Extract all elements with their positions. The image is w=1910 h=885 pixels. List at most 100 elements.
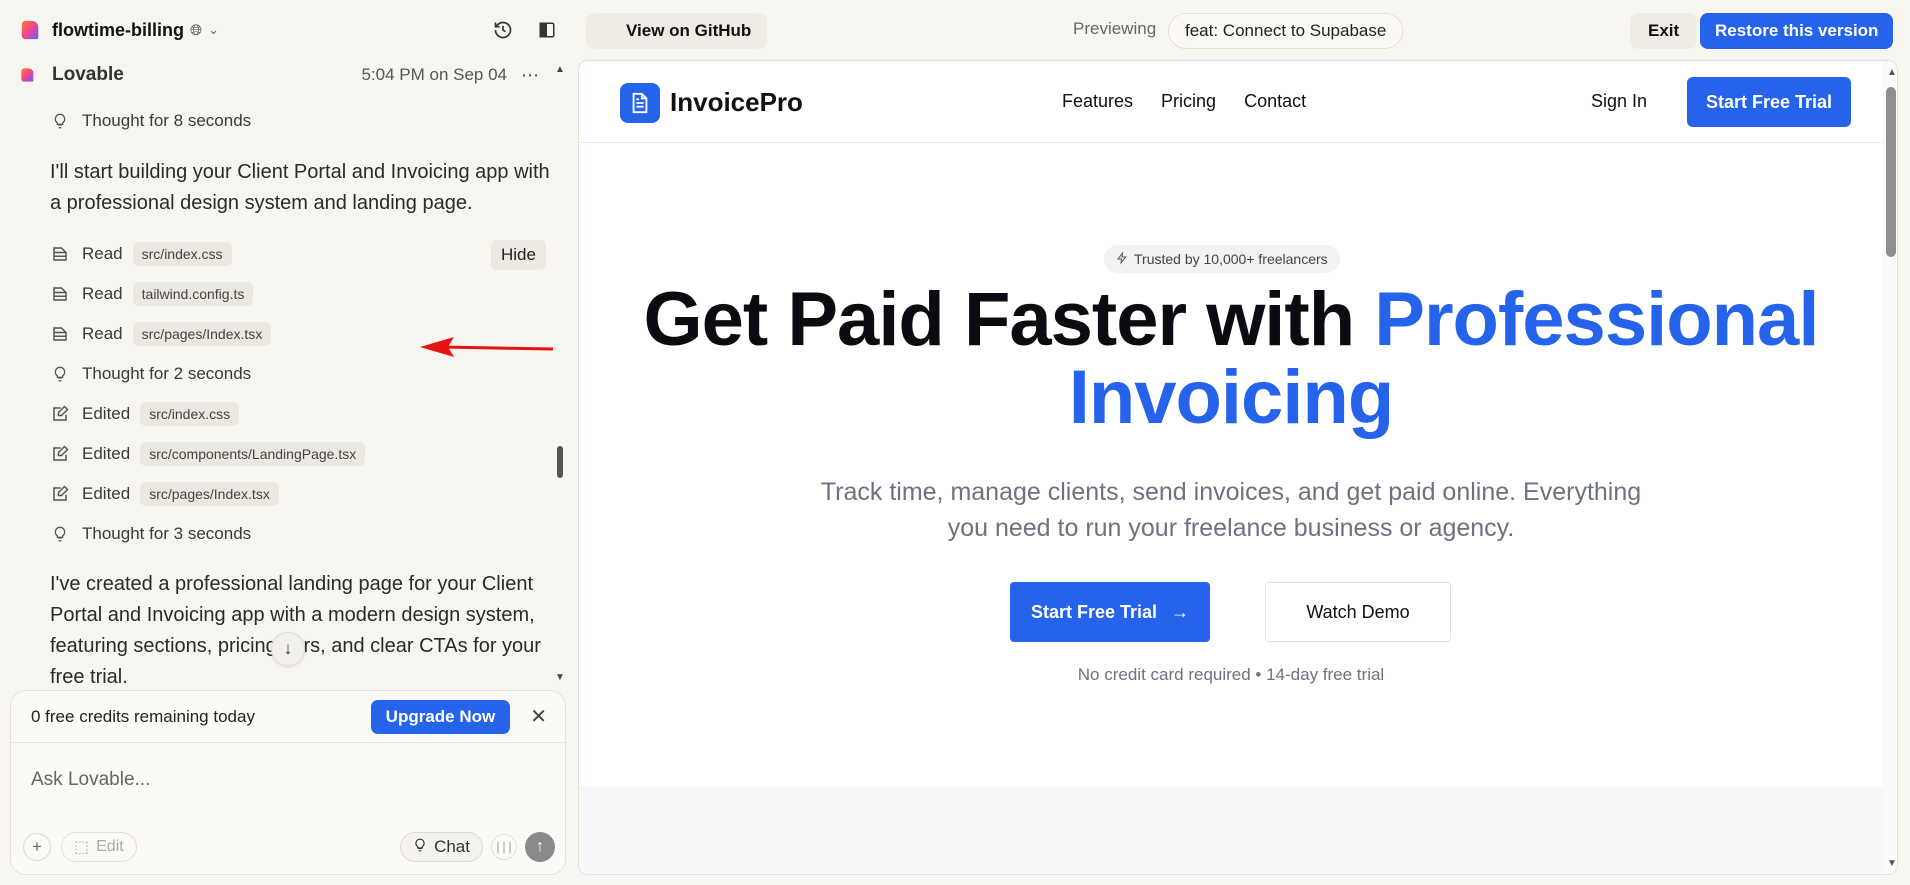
thought-step[interactable]: Thought for 8 seconds — [50, 107, 251, 135]
trusted-badge: Trusted by 10,000+ freelancers — [1104, 245, 1340, 273]
edit-file-icon — [50, 404, 70, 424]
file-chip[interactable]: src/index.css — [140, 402, 240, 426]
chat-mode-button[interactable]: Chat — [400, 832, 483, 862]
site-preview: InvoicePro Features Pricing Contact Sign… — [578, 60, 1898, 875]
sign-in-link[interactable]: Sign In — [1591, 91, 1647, 112]
file-icon — [50, 324, 70, 344]
hero-title-accent-2: Invoicing — [1068, 355, 1395, 440]
file-chip[interactable]: tailwind.config.ts — [132, 282, 254, 306]
chevron-down-icon[interactable]: ⌄ — [208, 22, 219, 38]
project-header: flowtime-billing 🌐︎ ⌄ — [0, 0, 578, 60]
nav-link-features[interactable]: Features — [1062, 91, 1133, 112]
cta-label: Start Free Trial — [1030, 601, 1158, 622]
credits-banner: 0 free credits remaining today Upgrade N… — [11, 691, 567, 743]
brand-name[interactable]: InvoicePro — [670, 87, 803, 118]
hero-subtitle: Track time, manage clients, send invoice… — [820, 478, 1642, 542]
voice-icon[interactable]: ∣∣∣ — [491, 834, 517, 860]
add-icon[interactable]: + — [23, 833, 51, 861]
select-edit-icon: ⬚ — [74, 839, 90, 856]
hero-title-main: Get Paid Faster with — [643, 277, 1375, 362]
lightbulb-icon — [50, 364, 70, 384]
chat-label: Chat — [434, 837, 470, 856]
arrow-right-icon: → — [1171, 601, 1190, 622]
chat-scrollbar-thumb[interactable] — [557, 446, 563, 478]
scroll-down-arrow-icon[interactable]: ▼ — [1887, 858, 1897, 869]
read-step[interactable]: Read src/index.css — [50, 240, 232, 268]
step-label: Edited — [82, 444, 131, 463]
thought-step[interactable]: Thought for 2 seconds — [50, 360, 251, 388]
edited-step[interactable]: Edited src/components/LandingPage.tsx — [50, 440, 366, 468]
nav-start-trial-button[interactable]: Start Free Trial — [1687, 77, 1852, 127]
chat-panel: flowtime-billing 🌐︎ ⌄ Lovable 5:04 PM on… — [0, 0, 578, 885]
read-step[interactable]: Read tailwind.config.ts — [50, 280, 254, 308]
file-chip[interactable]: src/index.css — [132, 242, 232, 266]
credits-text: 0 free credits remaining today — [31, 706, 255, 726]
lovable-avatar-icon — [20, 67, 36, 83]
hero-note: No credit card required • 14-day free tr… — [1077, 665, 1385, 684]
scroll-up-arrow-icon[interactable]: ▲ — [1887, 67, 1897, 78]
annotation-arrow-icon — [420, 337, 554, 357]
globe-icon: 🌐︎ — [190, 21, 203, 39]
lightbulb-icon — [50, 524, 70, 544]
hide-steps-button[interactable]: Hide — [491, 240, 546, 270]
github-label: View on GitHub — [626, 21, 752, 40]
edited-step[interactable]: Edited src/pages/Index.tsx — [50, 480, 279, 508]
history-icon[interactable] — [492, 19, 514, 41]
step-label: Edited — [82, 404, 131, 423]
scroll-down-arrow-icon[interactable]: ▼ — [555, 672, 565, 683]
file-chip[interactable]: src/pages/Index.tsx — [140, 482, 279, 506]
next-section — [579, 786, 1883, 874]
file-icon — [50, 284, 70, 304]
lovable-logo-icon[interactable] — [20, 19, 42, 41]
composer-toolbar: + ⬚ Edit Chat ∣∣∣ ↑ — [23, 831, 555, 863]
thought-step[interactable]: Thought for 3 seconds — [50, 520, 251, 548]
edited-step[interactable]: Edited src/index.css — [50, 400, 240, 428]
ask-input[interactable] — [31, 769, 531, 791]
preview-scrollbar-thumb[interactable] — [1886, 87, 1896, 257]
nav-link-contact[interactable]: Contact — [1244, 91, 1306, 112]
view-on-github-button[interactable]: View on GitHub — [586, 13, 768, 49]
restore-version-button[interactable]: Restore this version — [1700, 13, 1894, 49]
upgrade-now-button[interactable]: Upgrade Now — [370, 699, 511, 734]
toggle-sidebar-icon[interactable] — [536, 19, 558, 41]
hero-title-accent-1: Professional — [1374, 277, 1819, 362]
read-step[interactable]: Read src/pages/Index.tsx — [50, 320, 272, 348]
send-icon[interactable]: ↑ — [525, 832, 555, 862]
previewing-label: Previewing — [1073, 19, 1157, 38]
step-label: Read — [82, 284, 123, 303]
close-icon[interactable]: ✕ — [530, 704, 547, 729]
file-chip[interactable]: src/components/LandingPage.tsx — [140, 442, 366, 466]
hero-title: Get Paid Faster with Professional Invoic… — [579, 281, 1883, 437]
scroll-up-arrow-icon[interactable]: ▲ — [555, 64, 565, 75]
edit-file-icon — [50, 444, 70, 464]
edit-file-icon — [50, 484, 70, 504]
assistant-message-2: I've created a professional landing page… — [50, 573, 541, 687]
project-name[interactable]: flowtime-billing — [52, 20, 184, 41]
site-navbar: InvoicePro Features Pricing Contact Sign… — [579, 61, 1883, 143]
step-label: Thought for 3 seconds — [82, 524, 252, 543]
chat-scrollbar[interactable] — [552, 62, 566, 682]
hero-start-trial-button[interactable]: Start Free Trial → — [1010, 582, 1210, 642]
invoice-document-icon[interactable] — [620, 83, 660, 123]
composer: 0 free credits remaining today Upgrade N… — [10, 690, 567, 875]
file-chip[interactable]: src/pages/Index.tsx — [132, 322, 272, 346]
watch-demo-button[interactable]: Watch Demo — [1265, 582, 1451, 642]
message-header: Lovable 5:04 PM on Sep 04 ⋯ — [0, 60, 560, 90]
trusted-text: Trusted by 10,000+ freelancers — [1134, 251, 1328, 267]
edit-mode-button[interactable]: ⬚ Edit — [61, 832, 137, 862]
exit-button[interactable]: Exit — [1630, 13, 1698, 49]
edit-label: Edit — [96, 838, 124, 855]
lightbulb-icon — [50, 111, 70, 131]
nav-link-pricing[interactable]: Pricing — [1161, 91, 1216, 112]
step-label: Read — [82, 244, 123, 263]
site-nav-links: Features Pricing Contact — [1062, 91, 1334, 112]
file-icon — [50, 244, 70, 264]
message-timestamp: 5:04 PM on Sep 04 — [361, 65, 507, 84]
version-pill[interactable]: feat: Connect to Supabase — [1168, 13, 1404, 49]
assistant-message-1: I'll start building your Client Portal a… — [50, 161, 550, 214]
scroll-to-bottom-button[interactable]: ↓ — [271, 632, 305, 666]
message-author: Lovable — [52, 64, 124, 85]
more-options-icon[interactable]: ⋯ — [521, 65, 540, 86]
lightning-icon — [1116, 250, 1128, 268]
step-label: Thought for 8 seconds — [82, 111, 252, 130]
